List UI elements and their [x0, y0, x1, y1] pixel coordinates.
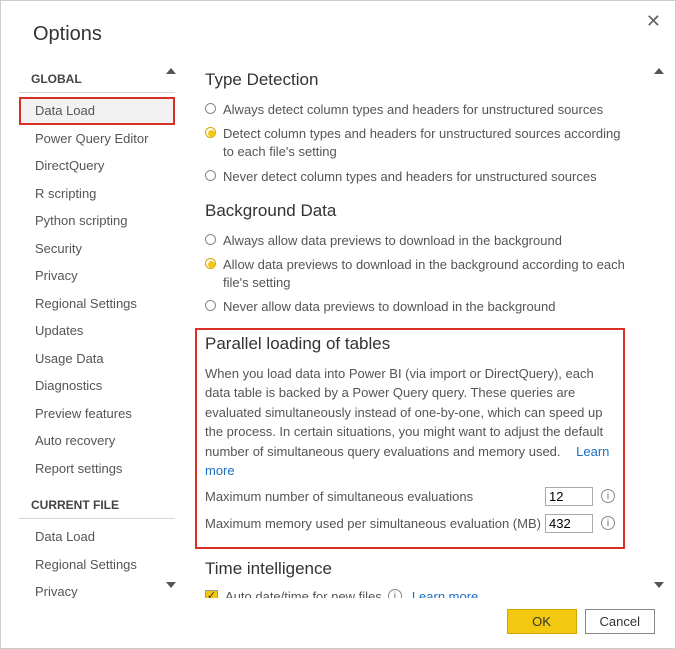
sidebar-item[interactable]: Report settings	[19, 455, 175, 483]
sidebar-category-current: CURRENT FILE	[19, 492, 175, 519]
sidebar-item[interactable]: Security	[19, 235, 175, 263]
scroll-down-icon[interactable]	[654, 582, 664, 588]
sidebar-item[interactable]: Privacy	[19, 262, 175, 290]
radio-icon	[205, 127, 216, 138]
info-icon[interactable]: i	[388, 589, 402, 598]
sidebar-item[interactable]: Auto recovery	[19, 427, 175, 455]
time-intel-learn-more-link[interactable]: Learn more	[412, 589, 478, 599]
radio-option[interactable]: Allow data previews to download in the b…	[205, 253, 625, 295]
radio-label: Always allow data previews to download i…	[223, 232, 562, 250]
sidebar-item[interactable]: DirectQuery	[19, 152, 175, 180]
radio-label: Allow data previews to download in the b…	[223, 256, 625, 292]
sidebar-item[interactable]: Regional Settings	[19, 551, 175, 579]
radio-label: Never detect column types and headers fo…	[223, 168, 597, 186]
max-memory-input[interactable]	[545, 514, 593, 533]
sidebar-item[interactable]: Diagnostics	[19, 372, 175, 400]
cancel-button[interactable]: Cancel	[585, 609, 655, 634]
sidebar-item[interactable]: Preview features	[19, 400, 175, 428]
radio-option[interactable]: Detect column types and headers for unst…	[205, 122, 625, 164]
sidebar: GLOBAL Data LoadPower Query EditorDirect…	[1, 58, 179, 598]
sidebar-item[interactable]: Updates	[19, 317, 175, 345]
content-pane: Type Detection Always detect column type…	[179, 58, 667, 598]
max-memory-row: Maximum memory used per simultaneous eva…	[205, 510, 615, 537]
sidebar-item[interactable]: Regional Settings	[19, 290, 175, 318]
content-scrollbar[interactable]	[651, 58, 667, 598]
radio-label: Detect column types and headers for unst…	[223, 125, 625, 161]
parallel-loading-highlight-box: Parallel loading of tables When you load…	[195, 328, 625, 549]
max-evaluations-input[interactable]	[545, 487, 593, 506]
max-evaluations-label: Maximum number of simultaneous evaluatio…	[205, 489, 545, 504]
radio-option[interactable]: Always allow data previews to download i…	[205, 229, 625, 253]
radio-icon	[205, 258, 216, 269]
sidebar-item[interactable]: Privacy	[19, 578, 175, 598]
sidebar-item[interactable]: Python scripting	[19, 207, 175, 235]
close-icon[interactable]: ✕	[646, 11, 661, 32]
radio-option[interactable]: Never detect column types and headers fo…	[205, 165, 625, 189]
info-icon[interactable]: i	[601, 489, 615, 503]
main-layout: GLOBAL Data LoadPower Query EditorDirect…	[1, 58, 675, 598]
parallel-description: When you load data into Power BI (via im…	[205, 362, 615, 483]
max-evaluations-row: Maximum number of simultaneous evaluatio…	[205, 483, 615, 510]
section-time-intelligence-title: Time intelligence	[205, 559, 625, 579]
dialog-footer: OK Cancel	[507, 609, 655, 634]
sidebar-item[interactable]: Data Load	[19, 523, 175, 551]
radio-label: Never allow data previews to download in…	[223, 298, 555, 316]
section-parallel-title: Parallel loading of tables	[205, 334, 615, 354]
auto-date-time-row: ✓ Auto date/time for new files i Learn m…	[205, 587, 625, 599]
radio-icon	[205, 234, 216, 245]
info-icon[interactable]: i	[601, 516, 615, 530]
auto-date-time-checkbox[interactable]: ✓	[205, 590, 218, 599]
radio-label: Always detect column types and headers f…	[223, 101, 603, 119]
max-memory-label: Maximum memory used per simultaneous eva…	[205, 516, 545, 531]
radio-icon	[205, 300, 216, 311]
dialog-title: Options	[1, 1, 675, 58]
scroll-up-icon[interactable]	[166, 68, 176, 74]
section-type-detection-title: Type Detection	[205, 70, 625, 90]
section-background-data-title: Background Data	[205, 201, 625, 221]
sidebar-category-global: GLOBAL	[19, 66, 175, 93]
sidebar-item[interactable]: Data Load	[19, 97, 175, 125]
ok-button[interactable]: OK	[507, 609, 577, 634]
radio-icon	[205, 103, 216, 114]
scroll-down-icon[interactable]	[166, 582, 176, 588]
scroll-up-icon[interactable]	[654, 68, 664, 74]
auto-date-time-label: Auto date/time for new files	[225, 589, 382, 599]
parallel-description-text: When you load data into Power BI (via im…	[205, 366, 603, 459]
radio-option[interactable]: Never allow data previews to download in…	[205, 295, 625, 319]
sidebar-scrollbar[interactable]	[163, 58, 179, 598]
sidebar-item[interactable]: R scripting	[19, 180, 175, 208]
radio-icon	[205, 170, 216, 181]
sidebar-item[interactable]: Usage Data	[19, 345, 175, 373]
radio-option[interactable]: Always detect column types and headers f…	[205, 98, 625, 122]
sidebar-item[interactable]: Power Query Editor	[19, 125, 175, 153]
